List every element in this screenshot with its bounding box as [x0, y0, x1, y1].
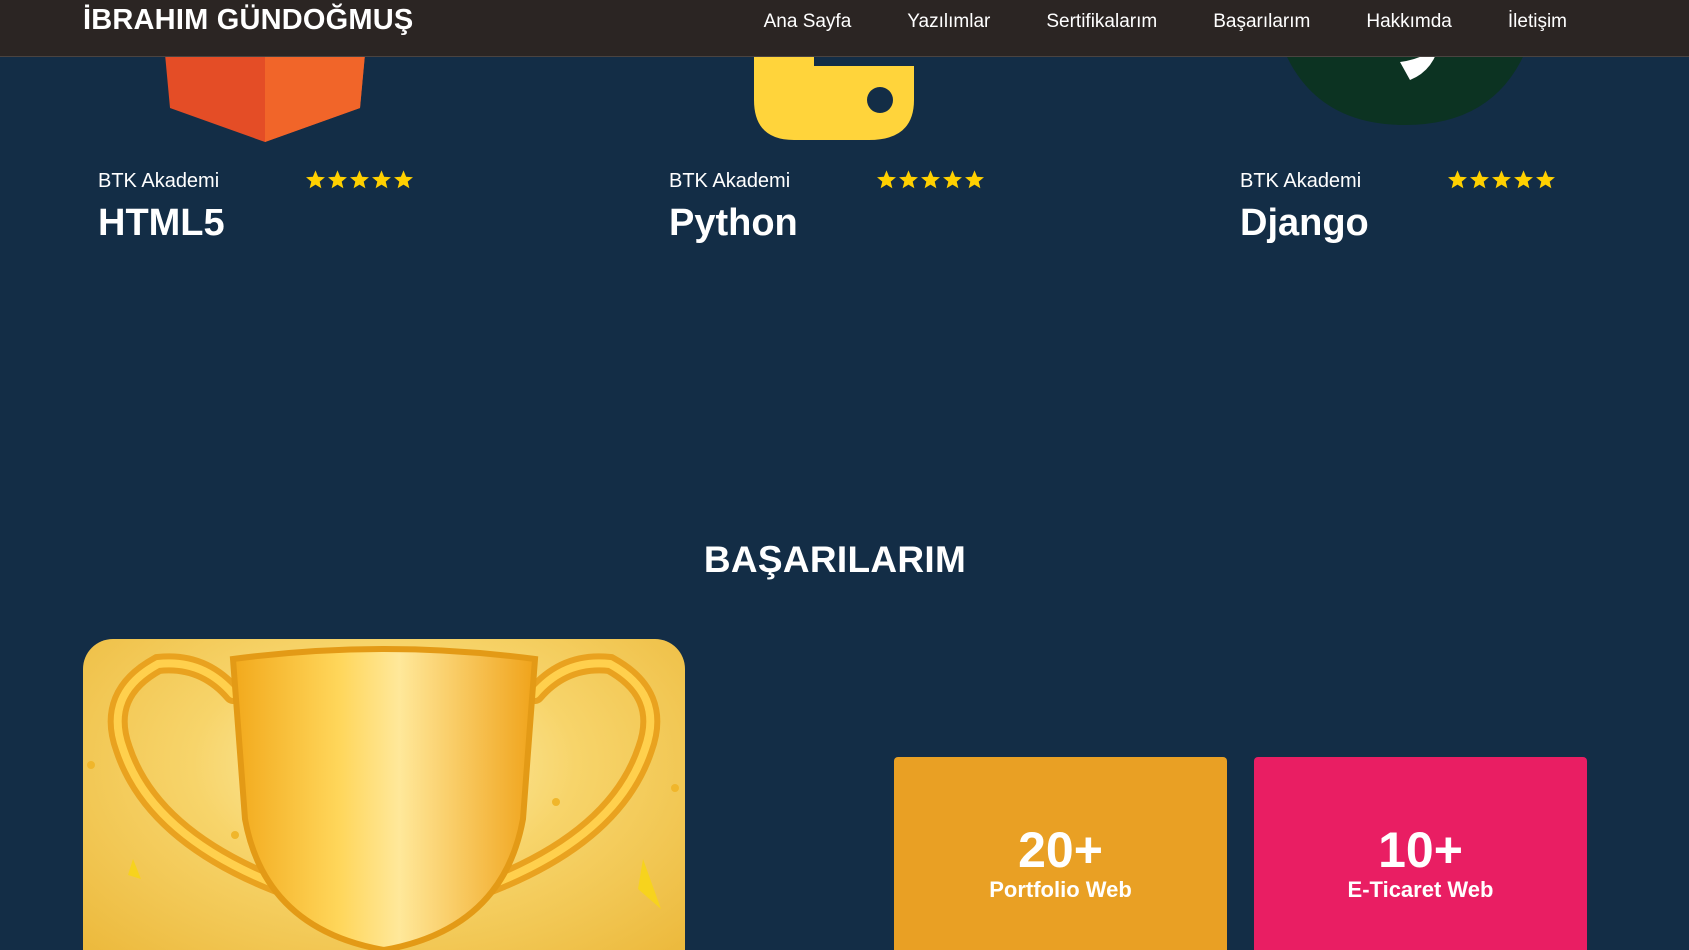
certificate-title: Python	[669, 202, 798, 244]
star-icon	[394, 170, 413, 189]
nav-links: Ana Sayfa Yazılımlar Sertifikalarım Başa…	[764, 11, 1567, 33]
star-icon	[943, 170, 962, 189]
stat-card-portfolio: 20+ Portfolio Web	[894, 757, 1227, 950]
star-icon	[1470, 170, 1489, 189]
star-icon	[306, 170, 325, 189]
star-icon	[1514, 170, 1533, 189]
nav-link-sertifikalarim[interactable]: Sertifikalarım	[1046, 11, 1157, 33]
section-title-achievements: BAŞARILARIM	[703, 539, 967, 580]
rating-stars	[1447, 169, 1556, 190]
rating-stars	[876, 169, 985, 190]
star-icon	[372, 170, 391, 189]
stat-label: Portfolio Web	[989, 877, 1132, 902]
star-icon	[965, 170, 984, 189]
brand-logo[interactable]: İBRAHIM GÜNDOĞMUŞ	[83, 4, 413, 37]
stat-label: E-Ticaret Web	[1347, 877, 1494, 902]
nav-link-hakkimda[interactable]: Hakkımda	[1366, 11, 1452, 33]
certificate-org: BTK Akademi	[98, 170, 220, 192]
star-icon	[877, 170, 896, 189]
nav-link-yazilimlar[interactable]: Yazılımlar	[907, 11, 990, 33]
star-icon	[350, 170, 369, 189]
star-icon	[328, 170, 347, 189]
nav-link-ana-sayfa[interactable]: Ana Sayfa	[764, 11, 852, 33]
star-icon	[921, 170, 940, 189]
star-icon	[1448, 170, 1467, 189]
certificate-title: Django	[1240, 202, 1369, 244]
star-icon	[1492, 170, 1511, 189]
nav-link-basarilarim[interactable]: Başarılarım	[1213, 11, 1310, 33]
navbar: İBRAHIM GÜNDOĞMUŞ Ana Sayfa Yazılımlar S…	[0, 0, 1689, 57]
stat-card-ecommerce: 10+ E-Ticaret Web	[1254, 757, 1587, 950]
certificate-title: HTML5	[98, 202, 225, 244]
star-icon	[899, 170, 918, 189]
star-icon	[1536, 170, 1555, 189]
rating-stars	[305, 169, 414, 190]
stat-value: 20+	[1018, 822, 1103, 878]
certificate-org: BTK Akademi	[1240, 170, 1362, 192]
nav-link-iletisim[interactable]: İletişim	[1508, 11, 1567, 33]
trophy-image	[83, 639, 685, 950]
trophy-icon	[87, 646, 679, 950]
stat-value: 10+	[1378, 822, 1463, 878]
certificate-org: BTK Akademi	[669, 170, 791, 192]
